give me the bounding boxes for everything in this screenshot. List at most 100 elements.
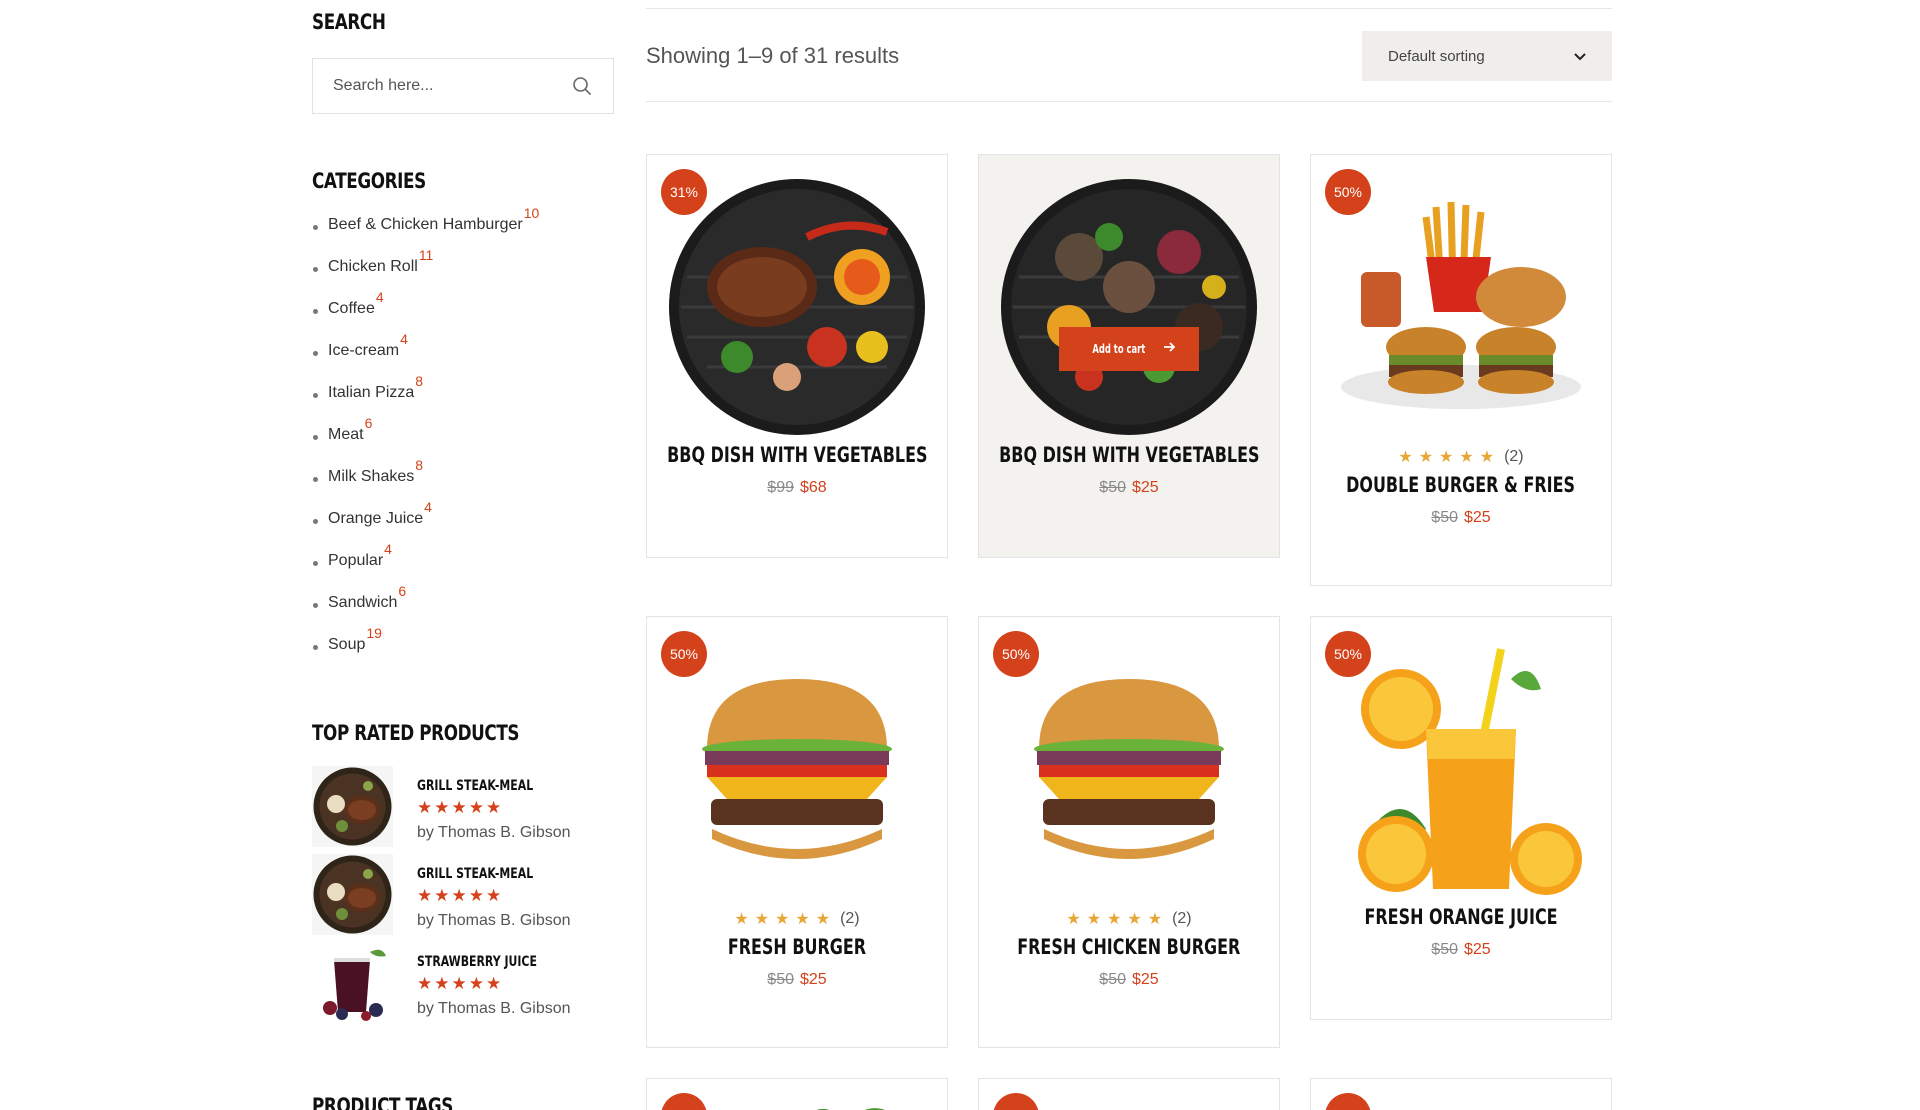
product-image[interactable] [999,639,1259,899]
category-count: 6 [364,415,373,431]
product-card[interactable]: 50% ★★★★★ (2) Double Burger & Fries $50 $2… [1310,154,1612,586]
rating-count: (2) [1504,448,1524,465]
top-rated-item: Strawberry Juice ★★★★★ by Thomas B. Gibs… [312,942,614,1030]
old-price: $50 [767,971,794,988]
author-text: by Thomas B. Gibson [417,912,571,929]
category-list: Beef & Chicken Hamburger 10 Chicken Roll 1… [312,205,539,677]
product-price: $50 $25 [1431,509,1490,527]
old-price: $50 [1099,971,1126,988]
category-label[interactable]: Beef & Chicken Hamburger [328,215,523,235]
category-label[interactable]: Coffee [328,299,375,319]
sort-select-value: Default sorting [1388,47,1485,65]
chevron-down-icon [1574,48,1586,65]
category-item[interactable]: Orange Juice 4 [312,499,539,551]
category-item[interactable]: Coffee 4 [312,289,539,341]
old-price: $50 [1099,479,1126,496]
product-card[interactable]: 50% ★★★★★ (2) Fresh Chicken Burger $50 $25 [978,616,1280,1048]
category-count: 6 [398,583,407,599]
rating-stars-value: ★★★★★ [1066,911,1169,928]
sale-price: $25 [1464,509,1491,526]
result-count: Showing 1–9 of 31 results [646,43,900,68]
product-card[interactable]: 31% BBQ Dish With Vegetables $99 $68 [646,154,948,558]
rating-stars: ★★★★★ (2) [1066,909,1191,929]
product-title[interactable]: Fresh Chicken Burger [1017,935,1240,959]
product-title[interactable]: BBQ Dish With Vegetables [667,443,927,467]
category-count: 4 [400,331,408,347]
category-label[interactable]: Milk Shakes [328,467,414,487]
divider [646,101,1612,102]
discount-badge: 50% [993,1093,1039,1110]
category-label[interactable]: Ice-cream [328,341,399,361]
rating-stars-value: ★★★★★ [1398,449,1501,466]
category-label[interactable]: Soup [328,635,365,655]
category-count: 19 [366,625,382,641]
category-item[interactable]: Popular 4 [312,541,539,593]
old-price: $50 [1431,941,1458,958]
product-image[interactable] [1331,639,1591,899]
rating-stars: ★★★★★ (2) [734,909,859,929]
product-image[interactable] [1331,177,1591,437]
search-widget-title: Search [312,10,386,34]
category-item[interactable]: Chicken Roll 11 [312,247,539,299]
category-item[interactable]: Ice-cream 4 [312,331,539,383]
product-price: $50 $25 [1099,971,1158,989]
category-label[interactable]: Sandwich [328,593,397,613]
product-title[interactable]: Double Burger & Fries [1347,473,1576,497]
search-input[interactable] [333,77,571,95]
product-card[interactable]: 50% [1310,1078,1612,1110]
category-count: 10 [523,205,540,221]
product-image[interactable] [667,177,927,437]
sale-price: $25 [1132,479,1159,496]
product-price: $50 $25 [1431,941,1490,959]
product-image[interactable] [787,1097,907,1110]
old-price: $99 [767,479,794,496]
product-card[interactable]: 50% Fresh Orange Juice $50 $25 [1310,616,1612,1020]
top-rated-list: Grill Steak-Meal ★★★★★ by Thomas B. Gibs… [312,766,614,1030]
category-count: 8 [415,373,424,389]
product-image[interactable] [667,639,927,899]
product-thumbnail[interactable] [312,766,393,847]
product-title[interactable]: Fresh Burger [728,935,866,959]
add-to-cart-button[interactable]: Add to cart [1059,327,1199,371]
sale-price: $25 [1464,941,1491,958]
top-rated-name[interactable]: Grill Steak-Meal [417,866,537,882]
category-item[interactable]: Italian Pizza 8 [312,373,539,425]
product-tags-widget-title: Product Tags [312,1094,454,1110]
rating-stars: ★★★★★ [417,798,504,817]
category-label[interactable]: Popular [328,551,383,571]
rating-count: (2) [840,910,860,927]
product-title[interactable]: Fresh Orange Juice [1364,905,1557,929]
product-image[interactable]: Add to cart [999,177,1259,437]
sale-price: $68 [800,479,827,496]
product-card[interactable]: 50% [978,1078,1280,1110]
product-title[interactable]: BBQ Dish With Vegetables [999,443,1259,467]
product-price: $99 $68 [767,479,826,497]
category-item[interactable]: Soup 19 [312,625,539,677]
product-thumbnail[interactable] [312,942,393,1023]
sort-select[interactable]: Default sorting [1362,31,1612,81]
category-item[interactable]: Sandwich 6 [312,583,539,635]
product-card[interactable]: 50% [646,1078,948,1110]
product-card[interactable]: 50% ★★★★★ (2) Fresh Burger $50 $25 [646,616,948,1048]
search-icon[interactable] [571,75,593,97]
product-card[interactable]: Add to cart BBQ Dish With Vegetables $50… [978,154,1280,558]
top-rated-item: Grill Steak-Meal ★★★★★ by Thomas B. Gibs… [312,854,614,942]
category-label[interactable]: Chicken Roll [328,257,418,277]
category-label[interactable]: Italian Pizza [328,383,414,403]
category-count: 11 [418,247,434,263]
rating-stars: ★★★★★ [417,974,504,993]
product-thumbnail[interactable] [312,854,393,935]
old-price: $50 [1431,509,1458,526]
rating-count: (2) [1172,910,1192,927]
category-label[interactable]: Meat [328,425,364,445]
rating-stars: ★★★★★ (2) [1398,447,1523,467]
category-label[interactable]: Orange Juice [328,509,423,529]
top-rated-name[interactable]: Strawberry Juice [417,954,537,970]
discount-badge: 50% [661,1093,707,1110]
category-item[interactable]: Meat 6 [312,415,539,467]
top-rated-name[interactable]: Grill Steak-Meal [417,778,537,794]
top-rated-item: Grill Steak-Meal ★★★★★ by Thomas B. Gibs… [312,766,614,854]
top-rated-info: Strawberry Juice ★★★★★ by Thomas B. Gibs… [417,942,571,1030]
search-box [312,58,614,114]
top-rated-widget-title: Top Rated Products [312,721,520,745]
